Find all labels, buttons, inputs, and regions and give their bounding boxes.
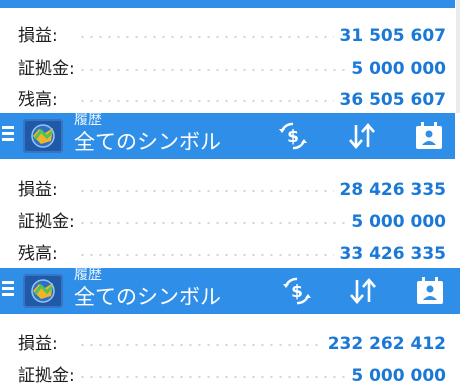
scrollbar[interactable] bbox=[456, 0, 460, 113]
row-label: 証拠金: bbox=[18, 212, 81, 232]
dotted-leader bbox=[78, 344, 354, 346]
dotted-leader bbox=[78, 69, 354, 71]
calendar-icon[interactable] bbox=[412, 119, 446, 153]
dotted-leader bbox=[78, 36, 354, 38]
menu-icon[interactable] bbox=[2, 281, 14, 296]
summary-row-profit: 損益: 28 426 335 bbox=[18, 176, 446, 204]
toolbar-subtitle: 履歴 bbox=[74, 112, 102, 128]
svg-text:$: $ bbox=[287, 127, 299, 147]
row-label: 残高: bbox=[18, 244, 64, 264]
summary-row-margin: 証拠金: 5 000 000 bbox=[18, 55, 446, 83]
row-value: 5 000 000 bbox=[345, 59, 446, 79]
summary-row-profit: 損益: 31 505 607 bbox=[18, 22, 446, 50]
dotted-leader bbox=[78, 190, 354, 192]
summary-row-balance: 残高: 33 426 335 bbox=[18, 240, 446, 268]
row-label: 損益: bbox=[18, 180, 64, 200]
row-value: 5 000 000 bbox=[345, 212, 446, 232]
row-label: 証拠金: bbox=[18, 366, 81, 386]
dotted-leader bbox=[78, 222, 354, 224]
row-label: 損益: bbox=[18, 334, 64, 354]
dotted-leader bbox=[78, 100, 354, 102]
row-label: 証拠金: bbox=[18, 59, 81, 79]
summary-row-profit: 損益: 232 262 412 bbox=[18, 330, 446, 358]
row-value: 36 505 607 bbox=[333, 90, 446, 110]
app-logo-icon[interactable] bbox=[23, 274, 63, 308]
toolbar-title[interactable]: 全てのシンボル bbox=[74, 284, 221, 310]
toolbar-history-1: 履歴 全てのシンボル $ bbox=[0, 113, 455, 159]
currency-exchange-icon[interactable]: $ bbox=[276, 119, 310, 153]
summary-row-margin: 証拠金: 5 000 000 bbox=[18, 362, 446, 390]
row-label: 損益: bbox=[18, 26, 64, 46]
svg-text:$: $ bbox=[291, 282, 303, 302]
calendar-icon[interactable] bbox=[413, 274, 447, 308]
summary-row-margin: 証拠金: 5 000 000 bbox=[18, 208, 446, 236]
row-value: 28 426 335 bbox=[333, 180, 446, 200]
toolbar-top-fragment bbox=[0, 0, 455, 8]
dotted-leader bbox=[78, 376, 354, 378]
row-value: 33 426 335 bbox=[333, 244, 446, 264]
toolbar-title[interactable]: 全てのシンボル bbox=[74, 129, 221, 155]
sort-icon[interactable] bbox=[346, 274, 380, 308]
toolbar-subtitle: 履歴 bbox=[74, 267, 102, 283]
summary-row-balance: 残高: 36 505 607 bbox=[18, 86, 446, 114]
sort-icon[interactable] bbox=[345, 119, 379, 153]
app-logo-icon[interactable] bbox=[23, 119, 63, 153]
row-value: 5 000 000 bbox=[345, 366, 446, 386]
toolbar-history-2: 履歴 全てのシンボル $ bbox=[0, 268, 460, 314]
row-value: 31 505 607 bbox=[333, 26, 446, 46]
dotted-leader bbox=[78, 254, 354, 256]
menu-icon[interactable] bbox=[2, 126, 14, 141]
currency-exchange-icon[interactable]: $ bbox=[280, 274, 314, 308]
row-label: 残高: bbox=[18, 90, 64, 110]
row-value: 232 262 412 bbox=[321, 334, 446, 354]
